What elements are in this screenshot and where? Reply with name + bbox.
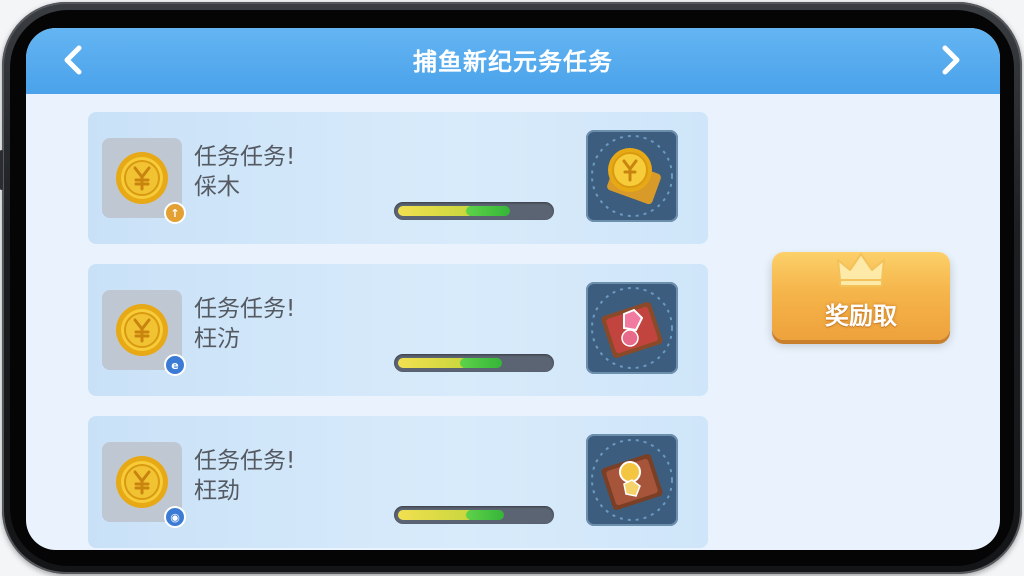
next-page-button[interactable]	[930, 40, 970, 80]
task-subtitle: 枉劲	[194, 478, 240, 504]
reward-slot[interactable]	[586, 130, 678, 222]
progress-fill-green	[460, 358, 502, 368]
game-screen: 捕鱼新纪元务任务 ↑ 任务任务! 倸木 e 任务任务! 枉汸 ◉ 任务任务! 枉…	[26, 28, 1000, 550]
task-subtitle: 倸木	[194, 174, 240, 200]
chevron-right-icon	[942, 45, 960, 75]
task-progress-bar	[394, 354, 554, 372]
crown-icon	[837, 253, 885, 287]
gold-coin-icon	[116, 152, 168, 204]
task-card[interactable]: e 任务任务! 枉汸	[88, 264, 708, 396]
task-icon-box: ↑	[102, 138, 186, 224]
task-card[interactable]: ↑ 任务任务! 倸木	[88, 112, 708, 244]
badge-dot-icon: ◉	[164, 506, 186, 528]
reward-slot[interactable]	[586, 434, 678, 526]
task-progress-bar	[394, 506, 554, 524]
task-card[interactable]: ◉ 任务任务! 枉劲	[88, 416, 708, 548]
gold-coin-ticket-icon	[591, 135, 673, 217]
badge-e-icon: e	[164, 354, 186, 376]
reward-slot[interactable]	[586, 282, 678, 374]
claim-button-label: 奖励取	[825, 302, 897, 330]
progress-fill-green	[466, 206, 510, 216]
task-progress-bar	[394, 202, 554, 220]
task-icon-box: e	[102, 290, 186, 376]
gold-coin-icon	[116, 456, 168, 508]
progress-fill-yellow	[398, 510, 474, 520]
task-title: 任务任务!	[194, 144, 296, 170]
progress-fill-yellow	[398, 358, 468, 368]
page-title: 捕鱼新纪元务任务	[413, 48, 613, 76]
task-subtitle: 枉汸	[194, 326, 240, 352]
device-button	[0, 150, 3, 190]
progress-fill-green	[466, 510, 504, 520]
task-icon-box: ◉	[102, 442, 186, 528]
progress-fill-yellow	[398, 206, 474, 216]
badge-arrow-icon: ↑	[164, 202, 186, 224]
header-bar: 捕鱼新纪元务任务	[26, 28, 1000, 94]
claim-reward-button[interactable]: 奖励取	[772, 252, 950, 340]
gold-coin-icon	[116, 304, 168, 356]
task-list: ↑ 任务任务! 倸木 e 任务任务! 枉汸 ◉ 任务任务! 枉劲	[88, 112, 710, 550]
task-title: 任务任务!	[194, 296, 296, 322]
red-gem-ticket-icon	[591, 287, 673, 369]
gold-gem-ticket-icon	[591, 439, 673, 521]
task-title: 任务任务!	[194, 448, 296, 474]
